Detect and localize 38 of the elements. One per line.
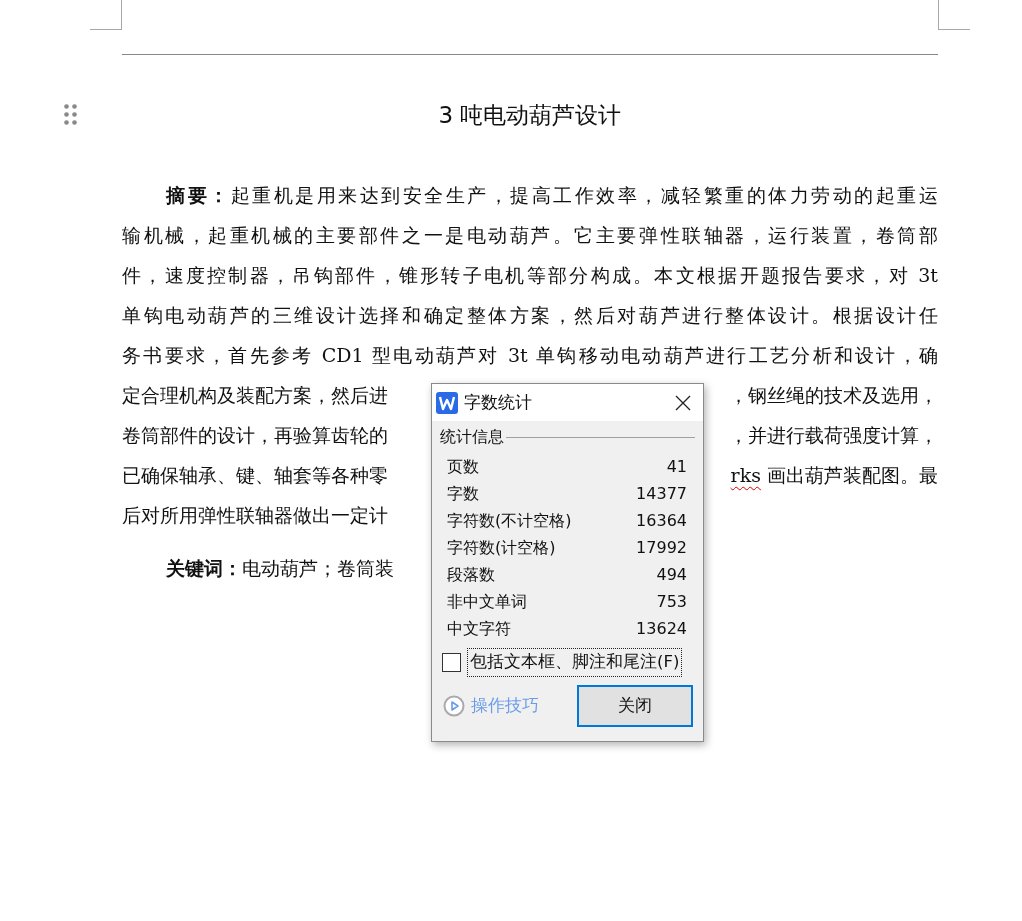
paragraph-line: 后对所用弹性联轴器做出一定计 — [122, 503, 388, 528]
paragraph-line: 卷筒部件的设计，再验算齿轮的 — [122, 423, 388, 448]
checkbox[interactable] — [442, 652, 461, 672]
stat-label: 页数 — [447, 456, 479, 478]
drag-handle-icon[interactable] — [64, 104, 77, 125]
stat-label: 段落数 — [447, 564, 495, 586]
crop-mark — [90, 0, 122, 30]
keywords-line: 关键词：电动葫芦；卷筒装 — [166, 557, 394, 579]
stat-value: 17992 — [636, 537, 687, 559]
paragraph-line: rks 画出葫芦装配图。最 — [730, 463, 938, 488]
paragraph-line: 摘要：起重机是用来达到安全生产，提高工作效率，减轻繁重的体力劳动的起重运 — [166, 183, 938, 208]
checkbox-label[interactable]: 包括文本框、脚注和尾注(F) — [467, 648, 683, 677]
paragraph-line: 件，速度控制器，吊钩部件，锥形转子电机等部分构成。本文根据开题报告要求，对 3t — [122, 263, 938, 288]
document-title: 3 吨电动葫芦设计 — [438, 102, 622, 128]
crop-mark — [938, 0, 970, 30]
paragraph-line: ，并进行载荷强度计算， — [729, 423, 938, 448]
stat-label: 中文字符 — [447, 618, 511, 640]
stat-label: 字符数(不计空格) — [447, 510, 572, 532]
group-label: 统计信息 — [440, 426, 504, 448]
paragraph-line: 务书要求，首先参考 CD1 型电动葫芦对 3t 单钩移动电动葫芦进行工艺分析和设计，确 — [122, 343, 938, 368]
paragraph-line: 输机械，起重机械的主要部件之一是电动葫芦。它主要弹性联轴器，运行装置，卷筒部 — [122, 223, 938, 248]
stat-value: 494 — [656, 564, 687, 586]
paragraph-line: 单钩电动葫芦的三维设计选择和确定整体方案，然后对葫芦进行整体设计。根据设计任 — [122, 303, 938, 328]
app-logo-icon — [436, 391, 458, 414]
stat-value: 41 — [666, 456, 687, 478]
dialog-title: 字数统计 — [464, 390, 533, 414]
play-icon — [443, 694, 465, 717]
stat-value: 753 — [656, 591, 687, 613]
paragraph-line: 已确保轴承、键、轴套等各种零 — [122, 463, 388, 488]
stat-value: 16364 — [636, 510, 687, 532]
stat-value: 13624 — [636, 618, 687, 640]
stat-label: 字符数(计空格) — [447, 537, 556, 559]
paragraph-line: 定合理机构及装配方案，然后进 — [122, 383, 388, 408]
stat-label: 非中文单词 — [447, 591, 527, 613]
stat-label: 字数 — [447, 483, 479, 505]
stat-value: 14377 — [636, 483, 687, 505]
paragraph-line: ，钢丝绳的技术及选用， — [729, 383, 938, 408]
close-dialog-button[interactable]: 关闭 — [577, 684, 693, 727]
